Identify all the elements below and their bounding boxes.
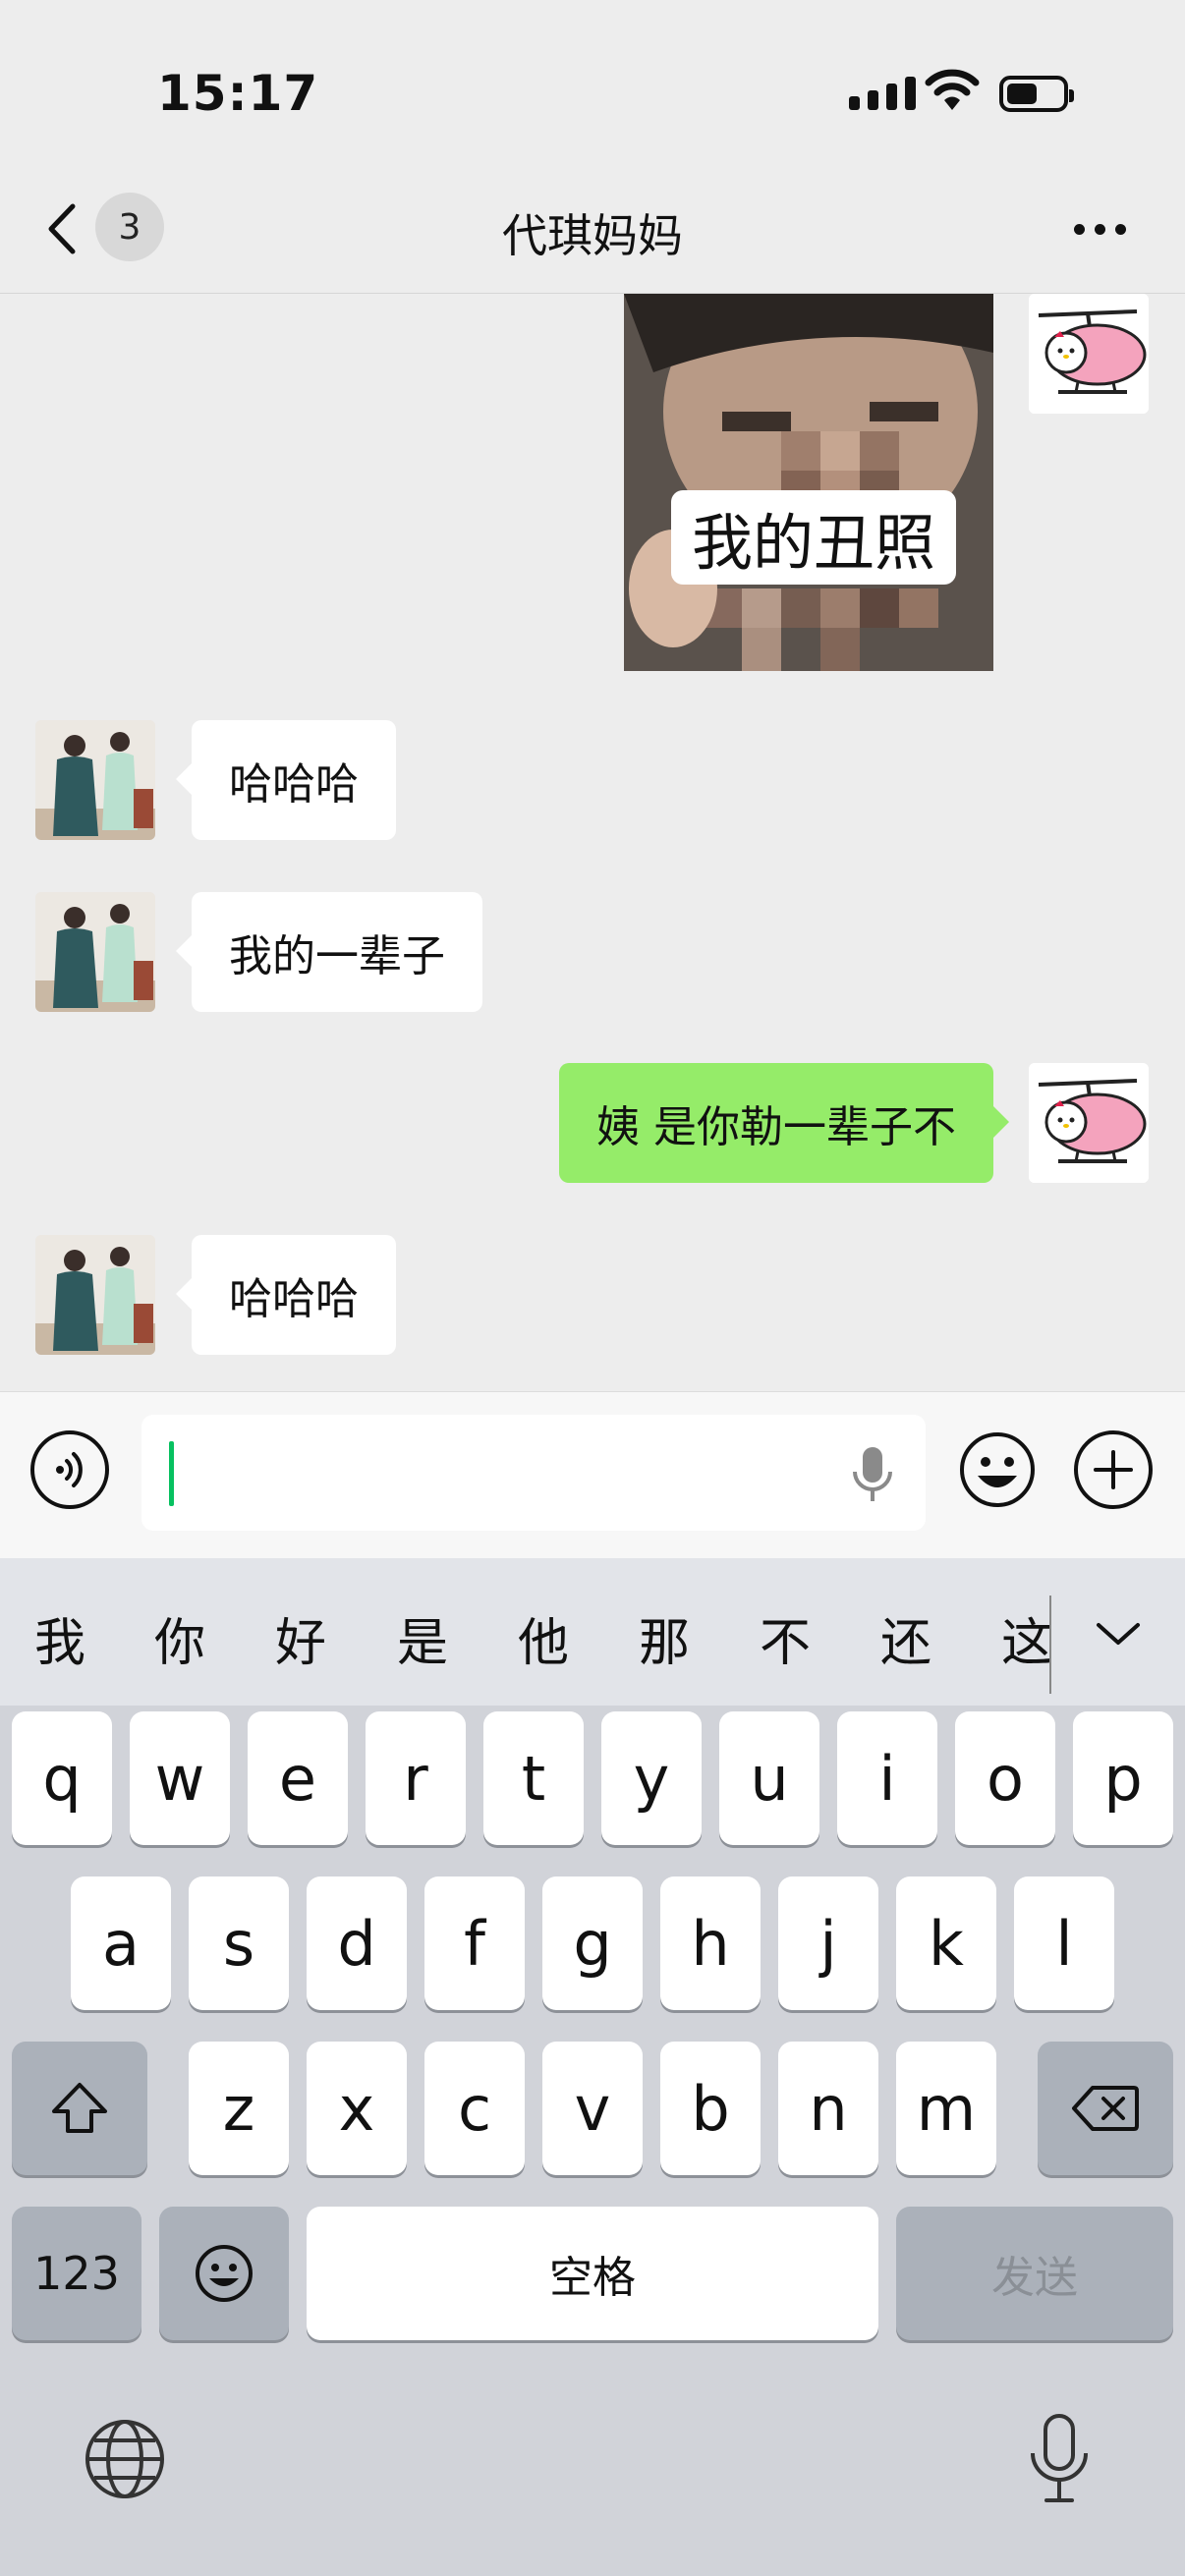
key-o[interactable]: o xyxy=(955,1711,1055,1845)
send-key[interactable]: 发送 xyxy=(896,2207,1173,2340)
candidate-word[interactable]: 那 xyxy=(630,1601,699,1675)
mic-icon[interactable] xyxy=(849,1444,896,1505)
key-s[interactable]: s xyxy=(189,1876,289,2010)
key-y[interactable]: y xyxy=(601,1711,702,1845)
candidate-word[interactable]: 他 xyxy=(509,1601,578,1675)
dictation-mic-icon[interactable] xyxy=(1025,2412,1094,2506)
message-input[interactable] xyxy=(141,1415,926,1531)
couple-photo-avatar xyxy=(35,720,155,840)
shift-icon xyxy=(52,2083,107,2133)
key-a[interactable]: a xyxy=(71,1876,171,2010)
hello-kitty-helicopter-avatar xyxy=(1029,1063,1149,1183)
candidate-divider xyxy=(1049,1596,1051,1694)
numbers-key[interactable]: 123 xyxy=(12,2207,141,2340)
status-bar: 15:17 xyxy=(0,0,1185,177)
key-w[interactable]: w xyxy=(130,1711,230,1845)
couple-photo-avatar xyxy=(35,892,155,1012)
key-t[interactable]: t xyxy=(483,1711,584,1845)
shift-key[interactable] xyxy=(12,2042,147,2175)
battery-icon xyxy=(999,76,1074,112)
contact-avatar[interactable] xyxy=(35,720,155,840)
my-avatar[interactable] xyxy=(1029,1063,1149,1183)
voice-input-button[interactable] xyxy=(30,1430,109,1509)
key-l[interactable]: l xyxy=(1014,1876,1114,2010)
wifi-icon xyxy=(925,69,980,110)
key-z[interactable]: z xyxy=(189,2042,289,2175)
key-q[interactable]: q xyxy=(12,1711,112,1845)
sent-message[interactable]: 姨 是你勒一辈子不 xyxy=(559,1063,1009,1183)
couple-photo-avatar xyxy=(35,1235,155,1355)
candidate-word[interactable]: 还 xyxy=(872,1601,940,1675)
key-b[interactable]: b xyxy=(660,2042,761,2175)
key-h[interactable]: h xyxy=(660,1876,761,2010)
emoji-icon[interactable] xyxy=(958,1430,1037,1509)
candidate-word[interactable]: 不 xyxy=(751,1601,819,1675)
emoji-keyboard-key[interactable] xyxy=(159,2207,289,2340)
image-caption: 我的丑照 xyxy=(671,490,956,585)
cellular-signal-icon xyxy=(849,77,916,110)
message-text: 哈哈哈 xyxy=(229,1274,359,1324)
backspace-icon xyxy=(1072,2086,1139,2131)
message-text: 我的一辈子 xyxy=(229,931,445,981)
chat-message-list[interactable]: 我的丑照 哈哈哈 我的一辈子 姨 是你勒一辈子不 哈哈哈 xyxy=(0,294,1185,1391)
key-e[interactable]: e xyxy=(248,1711,348,1845)
plus-icon[interactable] xyxy=(1074,1430,1153,1509)
key-d[interactable]: d xyxy=(307,1876,407,2010)
backspace-key[interactable] xyxy=(1038,2042,1173,2175)
key-u[interactable]: u xyxy=(719,1711,819,1845)
key-p[interactable]: p xyxy=(1073,1711,1173,1845)
key-k[interactable]: k xyxy=(896,1876,996,2010)
received-message[interactable]: 哈哈哈 xyxy=(176,1235,396,1355)
key-j[interactable]: j xyxy=(778,1876,878,2010)
contact-avatar[interactable] xyxy=(35,892,155,1012)
space-key[interactable]: 空格 xyxy=(307,2207,878,2340)
key-n[interactable]: n xyxy=(778,2042,878,2175)
candidate-word[interactable]: 我 xyxy=(26,1601,94,1675)
hello-kitty-helicopter-avatar xyxy=(1029,294,1149,414)
contact-avatar[interactable] xyxy=(35,1235,155,1355)
received-message[interactable]: 我的一辈子 xyxy=(176,892,482,1012)
text-cursor xyxy=(169,1441,174,1506)
key-x[interactable]: x xyxy=(307,2042,407,2175)
message-text: 姨 是你勒一辈子不 xyxy=(596,1102,956,1152)
emoji-icon xyxy=(196,2245,253,2302)
candidate-word[interactable]: 是 xyxy=(388,1601,457,1675)
key-r[interactable]: r xyxy=(366,1711,466,1845)
candidate-word[interactable]: 好 xyxy=(266,1601,335,1675)
message-text: 哈哈哈 xyxy=(229,759,359,810)
status-time: 15:17 xyxy=(157,65,319,122)
sent-image-message[interactable]: 我的丑照 xyxy=(624,294,993,671)
key-f[interactable]: f xyxy=(424,1876,525,2010)
received-message[interactable]: 哈哈哈 xyxy=(176,720,396,840)
voice-icon xyxy=(56,1452,83,1487)
chat-title: 代琪妈妈 xyxy=(502,209,683,262)
key-i[interactable]: i xyxy=(837,1711,937,1845)
key-c[interactable]: c xyxy=(424,2042,525,2175)
key-g[interactable]: g xyxy=(542,1876,643,2010)
key-v[interactable]: v xyxy=(542,2042,643,2175)
my-avatar[interactable] xyxy=(1029,294,1149,414)
more-dots-icon[interactable] xyxy=(1074,224,1126,235)
globe-icon[interactable] xyxy=(83,2417,167,2501)
blurred-photo xyxy=(624,294,993,671)
chevron-down-icon[interactable] xyxy=(1095,1619,1142,1649)
key-m[interactable]: m xyxy=(896,2042,996,2175)
candidate-word[interactable]: 你 xyxy=(145,1601,214,1675)
